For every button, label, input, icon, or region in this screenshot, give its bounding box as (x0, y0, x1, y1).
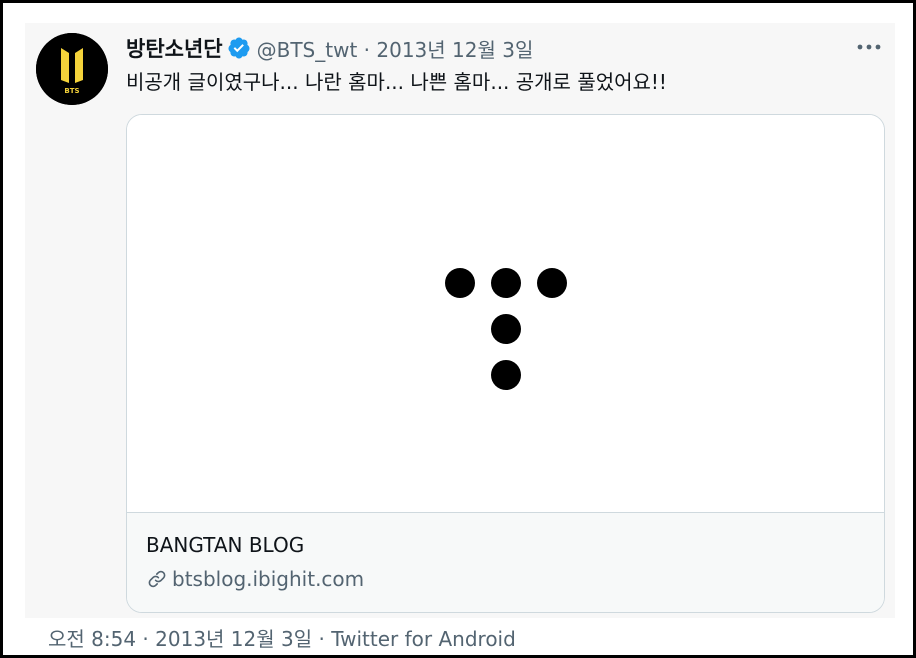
link-icon (146, 568, 168, 590)
tweet-client[interactable]: Twitter for Android (331, 627, 516, 651)
meta-separator: · (357, 37, 377, 62)
author-handle[interactable]: @BTS_twt (257, 38, 358, 62)
bts-logo-icon: BTS (36, 33, 108, 105)
tweet-header: 방탄소년단 @BTS_twt · 2013년 12월 3일 (126, 33, 533, 63)
more-options-icon[interactable] (855, 35, 883, 59)
avatar-logo-text: BTS (64, 87, 79, 95)
screenshot-frame: BTS 방탄소년단 @BTS_twt · 2013년 12월 3일 비공개 글이… (0, 0, 916, 658)
card-footer: BANGTAN BLOG btsblog.ibighit.com (127, 513, 884, 612)
card-image (127, 115, 884, 513)
card-link-text: btsblog.ibighit.com (172, 567, 365, 591)
tweet-footer: 오전 8:54 · 2013년 12월 3일 · Twitter for And… (48, 623, 516, 652)
tweet-meta: @BTS_twt · 2013년 12월 3일 (257, 34, 534, 63)
card-link[interactable]: btsblog.ibighit.com (146, 567, 364, 591)
tweet-text: 비공개 글이였구나... 나란 홈마... 나쁜 홈마... 공개로 풀었어요!… (126, 70, 667, 94)
link-card[interactable]: BANGTAN BLOG btsblog.ibighit.com (126, 114, 885, 613)
tweet-date[interactable]: 2013년 12월 3일 (376, 38, 533, 62)
tweet-time[interactable]: 오전 8:54 (48, 627, 136, 651)
avatar[interactable]: BTS (36, 33, 108, 105)
footer-separator: · (312, 627, 332, 651)
footer-separator: · (136, 627, 156, 651)
author-name[interactable]: 방탄소년단 (126, 33, 223, 63)
tistory-logo-icon (445, 268, 567, 390)
tweet[interactable]: BTS 방탄소년단 @BTS_twt · 2013년 12월 3일 비공개 글이… (25, 23, 895, 618)
verified-badge-icon (227, 36, 251, 60)
card-title: BANGTAN BLOG (146, 533, 305, 557)
footer-date[interactable]: 2013년 12월 3일 (155, 627, 312, 651)
